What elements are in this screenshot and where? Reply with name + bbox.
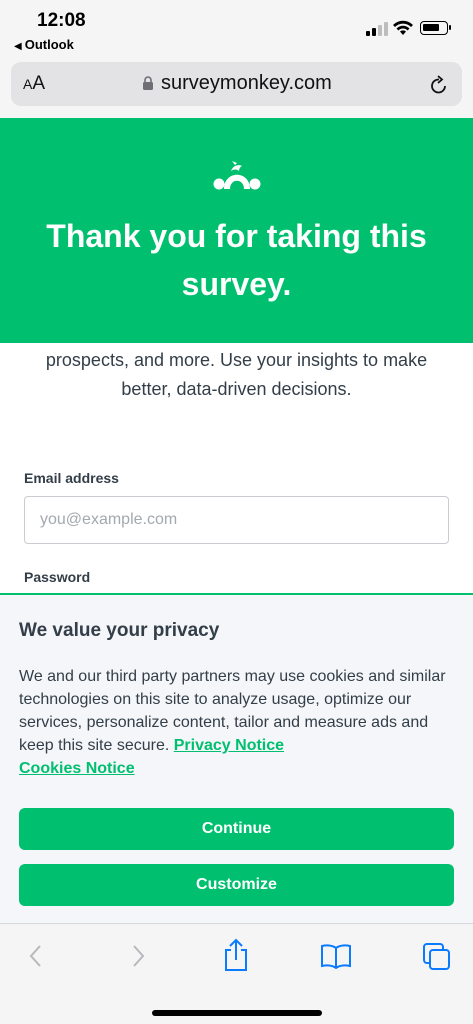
customize-button[interactable]: Customize [19, 864, 454, 906]
surveymonkey-logo-icon [213, 161, 261, 190]
cookie-consent-banner: We value your privacy We and our third p… [0, 593, 473, 923]
browser-toolbar [0, 923, 473, 1024]
back-app-label: Outlook [24, 37, 74, 52]
chevron-right-icon[interactable] [128, 942, 148, 970]
cookie-banner-text: We and our third party partners may use … [19, 665, 459, 780]
tabs-icon[interactable] [422, 942, 452, 972]
privacy-notice-link[interactable]: Privacy Notice [174, 737, 284, 754]
description-text: prospects, and more. Use your insights t… [45, 350, 428, 399]
bookmarks-icon[interactable] [320, 942, 352, 970]
text-size-button[interactable]: AA [23, 73, 45, 95]
cookie-banner-title: We value your privacy [19, 620, 220, 641]
back-to-app-link[interactable]: ◀ Outlook [14, 37, 74, 52]
reload-icon[interactable] [429, 74, 449, 96]
share-icon[interactable] [222, 938, 250, 972]
status-time: 12:08 [37, 10, 86, 31]
url-text[interactable]: surveymonkey.com [161, 72, 332, 95]
chevron-left-icon[interactable] [26, 942, 46, 970]
browser-address-area: AA surveymonkey.com [0, 56, 473, 118]
continue-button[interactable]: Continue [19, 808, 454, 850]
address-bar[interactable]: AA surveymonkey.com [11, 62, 462, 106]
password-label: Password [24, 569, 91, 585]
back-arrow-icon: ◀ [14, 41, 22, 52]
signal-icon [366, 22, 388, 36]
status-bar: 12:08 ◀ Outlook [0, 0, 473, 56]
email-label: Email address [24, 470, 119, 486]
home-indicator [152, 1010, 322, 1016]
lock-icon [143, 76, 153, 90]
email-input[interactable] [24, 496, 449, 544]
wifi-icon [393, 20, 413, 35]
page-title: Thank you for taking this survey. [46, 218, 427, 302]
battery-icon [420, 21, 451, 35]
thank-you-header: Thank you for taking this survey. [0, 118, 473, 343]
cookies-notice-link[interactable]: Cookies Notice [19, 760, 135, 777]
